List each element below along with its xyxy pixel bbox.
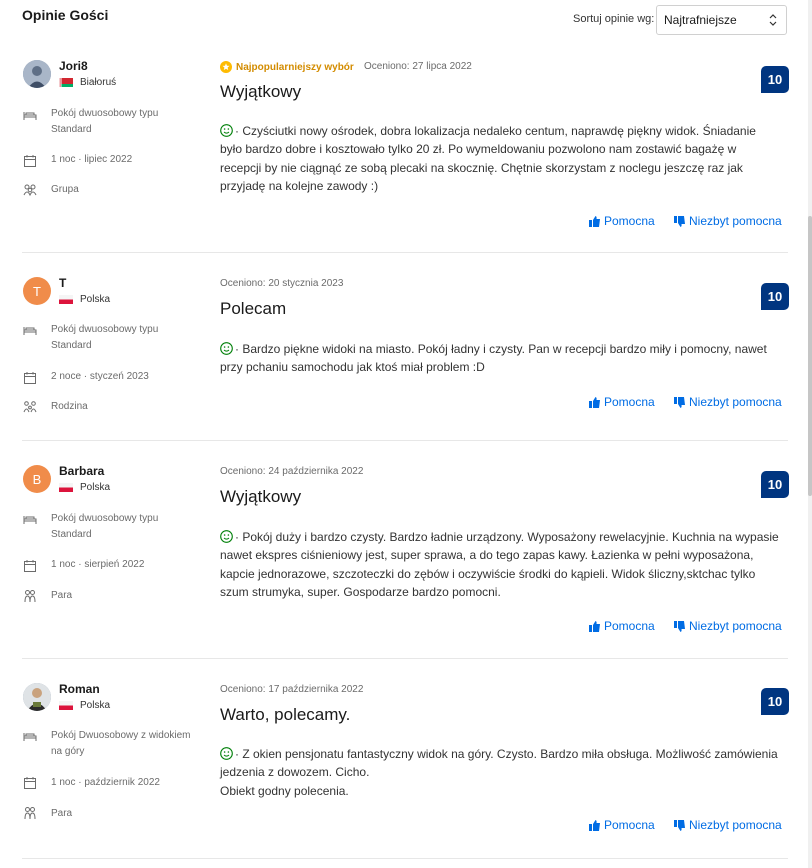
stay-info: 1 noc · październik 2022 xyxy=(51,777,160,788)
review-text-line2: Obiekt godny polecenia. xyxy=(220,783,349,798)
flag-poland-icon xyxy=(59,701,73,710)
thumbs-up-icon xyxy=(589,819,600,831)
smile-icon xyxy=(220,747,233,760)
review-card: Roman Polska Pokój Dwuosobowy z widokiem… xyxy=(0,0,808,858)
not-helpful-button[interactable]: Niezbyt pomocna xyxy=(673,818,782,832)
traveler-type: Para xyxy=(51,808,73,819)
avatar xyxy=(23,683,51,711)
helpful-label: Pomocna xyxy=(604,818,655,832)
not-helpful-label: Niezbyt pomocna xyxy=(689,818,782,832)
review-text: · Z okien pensjonatu fantastyczny widok … xyxy=(220,745,780,800)
review-title: Warto, polecamy. xyxy=(220,705,351,724)
review-text-content: · Z okien pensjonatu fantastyczny widok … xyxy=(220,747,778,780)
room-type: Pokój Dwuosobowy z widokiem na góry xyxy=(51,730,191,757)
review-divider xyxy=(22,858,788,859)
review-date: Oceniono: 17 października 2022 xyxy=(220,684,364,695)
review-score: 10 xyxy=(761,688,789,715)
bed-icon xyxy=(23,733,37,741)
scrollbar-thumb[interactable] xyxy=(808,216,812,496)
reviewer-country: Polska xyxy=(80,700,111,711)
thumbs-down-icon xyxy=(674,819,685,831)
reviewer-name: Roman xyxy=(59,682,100,696)
calendar-icon xyxy=(24,777,36,789)
couple-icon xyxy=(24,807,36,820)
helpful-button[interactable]: Pomocna xyxy=(588,818,655,832)
